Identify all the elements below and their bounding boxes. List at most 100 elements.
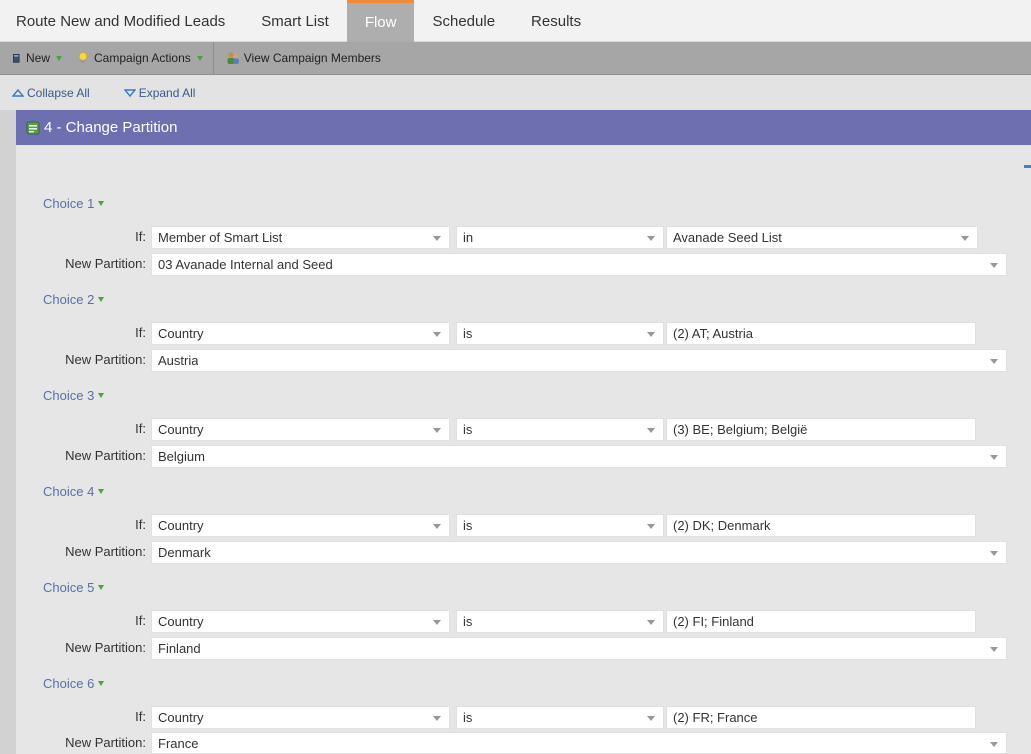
view-campaign-members-button[interactable]: View Campaign Members (214, 42, 391, 75)
dropdown-arrow-icon (990, 263, 998, 268)
new-document-icon (13, 54, 20, 63)
dropdown-arrow-icon (990, 455, 998, 460)
collapse-expand-bar: Collapse All Expand All (0, 75, 1031, 110)
flow-step-title: 4 - Change Partition (44, 119, 178, 136)
lightbulb-icon (78, 52, 88, 63)
chevron-down-icon (98, 681, 105, 686)
view-campaign-members-label: View Campaign Members (243, 51, 381, 65)
new-chevron-down-icon (56, 55, 63, 61)
if-label: If: (135, 229, 146, 244)
choice-5-toggle[interactable]: Choice 5 (43, 580, 105, 595)
new-partition-label: New Partition: (65, 735, 146, 750)
choice-operator-select[interactable]: is (456, 418, 664, 441)
new-partition-select[interactable]: France (151, 732, 1007, 754)
tab-campaign-name[interactable]: Route New and Modified Leads (0, 0, 243, 42)
choice-label: Choice 4 (43, 484, 95, 499)
choice-label: Choice 5 (43, 580, 95, 595)
dropdown-arrow-icon (990, 359, 998, 364)
toolbar: New Campaign Actions View Campaign Membe… (0, 41, 1031, 75)
if-label: If: (135, 325, 146, 340)
dropdown-arrow-icon (990, 742, 998, 747)
expand-triangle-icon (123, 88, 136, 97)
tab-schedule[interactable]: Schedule (414, 0, 513, 42)
choice-value-select[interactable]: Avanade Seed List (666, 226, 978, 249)
if-label: If: (135, 613, 146, 628)
choice-label: Choice 6 (43, 676, 95, 691)
partition-icon (26, 121, 40, 134)
choice-attribute-select[interactable]: Member of Smart List (151, 226, 450, 249)
dropdown-arrow-icon (990, 647, 998, 652)
choice-value-input[interactable]: (2) DK; Denmark (666, 514, 976, 537)
choice-label: Choice 1 (43, 196, 95, 211)
new-partition-select[interactable]: 03 Avanade Internal and Seed (151, 253, 1007, 276)
dropdown-arrow-icon (990, 551, 998, 556)
chevron-down-icon (98, 585, 105, 590)
choice-operator-select[interactable]: is (456, 610, 664, 633)
collapse-triangle-icon (12, 88, 24, 97)
dropdown-arrow-icon (647, 236, 655, 241)
tab-results[interactable]: Results (513, 0, 599, 42)
choice-operator-select[interactable]: is (456, 322, 664, 345)
collapse-all-label: Collapse All (27, 85, 90, 100)
new-partition-select[interactable]: Austria (151, 349, 1007, 372)
campaign-actions-button[interactable]: Campaign Actions (72, 42, 213, 75)
campaign-actions-label: Campaign Actions (94, 51, 191, 65)
choice-label: Choice 2 (43, 292, 95, 307)
members-icon (227, 52, 239, 64)
dropdown-arrow-icon (647, 716, 655, 721)
choice-operator-select[interactable]: is (456, 706, 664, 729)
new-partition-label: New Partition: (65, 448, 146, 463)
dropdown-arrow-icon (433, 428, 441, 433)
new-button-label: New (26, 51, 51, 65)
new-partition-label: New Partition: (65, 256, 146, 271)
dropdown-arrow-icon (647, 332, 655, 337)
new-button[interactable]: New (0, 42, 72, 75)
expand-all-button[interactable]: Expand All (123, 85, 196, 100)
choice-label: Choice 3 (43, 388, 95, 403)
dropdown-arrow-icon (433, 620, 441, 625)
choice-attribute-select[interactable]: Country (151, 610, 450, 633)
choice-attribute-select[interactable]: Country (151, 514, 450, 537)
choice-attribute-select[interactable]: Country (151, 322, 450, 345)
flow-step-header[interactable]: 4 - Change Partition (16, 110, 1031, 145)
choice-3-toggle[interactable]: Choice 3 (43, 388, 105, 403)
choice-attribute-select[interactable]: Country (151, 706, 450, 729)
dropdown-arrow-icon (647, 524, 655, 529)
choice-value-input[interactable]: (3) BE; Belgium; België (666, 418, 976, 441)
left-gutter (0, 110, 16, 754)
chevron-down-icon (98, 489, 105, 494)
panel-collapse-handle[interactable] (1024, 165, 1031, 168)
campaign-actions-chevron-down-icon (196, 55, 203, 61)
chevron-down-icon (98, 297, 105, 302)
choice-1-toggle[interactable]: Choice 1 (43, 196, 105, 211)
choice-value-input[interactable]: (2) FR; France (666, 706, 976, 729)
expand-all-label: Expand All (138, 85, 196, 100)
choice-value-input[interactable]: (2) FI; Finland (666, 610, 976, 633)
choice-attribute-select[interactable]: Country (151, 418, 450, 441)
if-label: If: (135, 709, 146, 724)
dropdown-arrow-icon (961, 236, 969, 241)
choice-operator-select[interactable]: in (456, 226, 664, 249)
choice-value-input[interactable]: (2) AT; Austria (666, 322, 976, 345)
new-partition-label: New Partition: (65, 640, 146, 655)
choice-4-toggle[interactable]: Choice 4 (43, 484, 105, 499)
dropdown-arrow-icon (433, 332, 441, 337)
collapse-all-button[interactable]: Collapse All (12, 86, 90, 100)
tab-flow[interactable]: Flow (346, 0, 415, 42)
new-partition-label: New Partition: (65, 544, 146, 559)
choice-2-toggle[interactable]: Choice 2 (43, 292, 105, 307)
if-label: If: (135, 517, 146, 532)
new-partition-select[interactable]: Finland (151, 637, 1007, 660)
choice-6-toggle[interactable]: Choice 6 (43, 676, 105, 691)
chevron-down-icon (98, 393, 105, 398)
tab-smart-list[interactable]: Smart List (243, 0, 347, 42)
dropdown-arrow-icon (647, 428, 655, 433)
if-label: If: (135, 421, 146, 436)
new-partition-label: New Partition: (65, 352, 146, 367)
tab-bar: Route New and Modified Leads Smart List … (0, 0, 1031, 42)
new-partition-select[interactable]: Denmark (151, 541, 1007, 564)
chevron-down-icon (98, 201, 105, 206)
choice-operator-select[interactable]: is (456, 514, 664, 537)
new-partition-select[interactable]: Belgium (151, 445, 1007, 468)
dropdown-arrow-icon (433, 716, 441, 721)
